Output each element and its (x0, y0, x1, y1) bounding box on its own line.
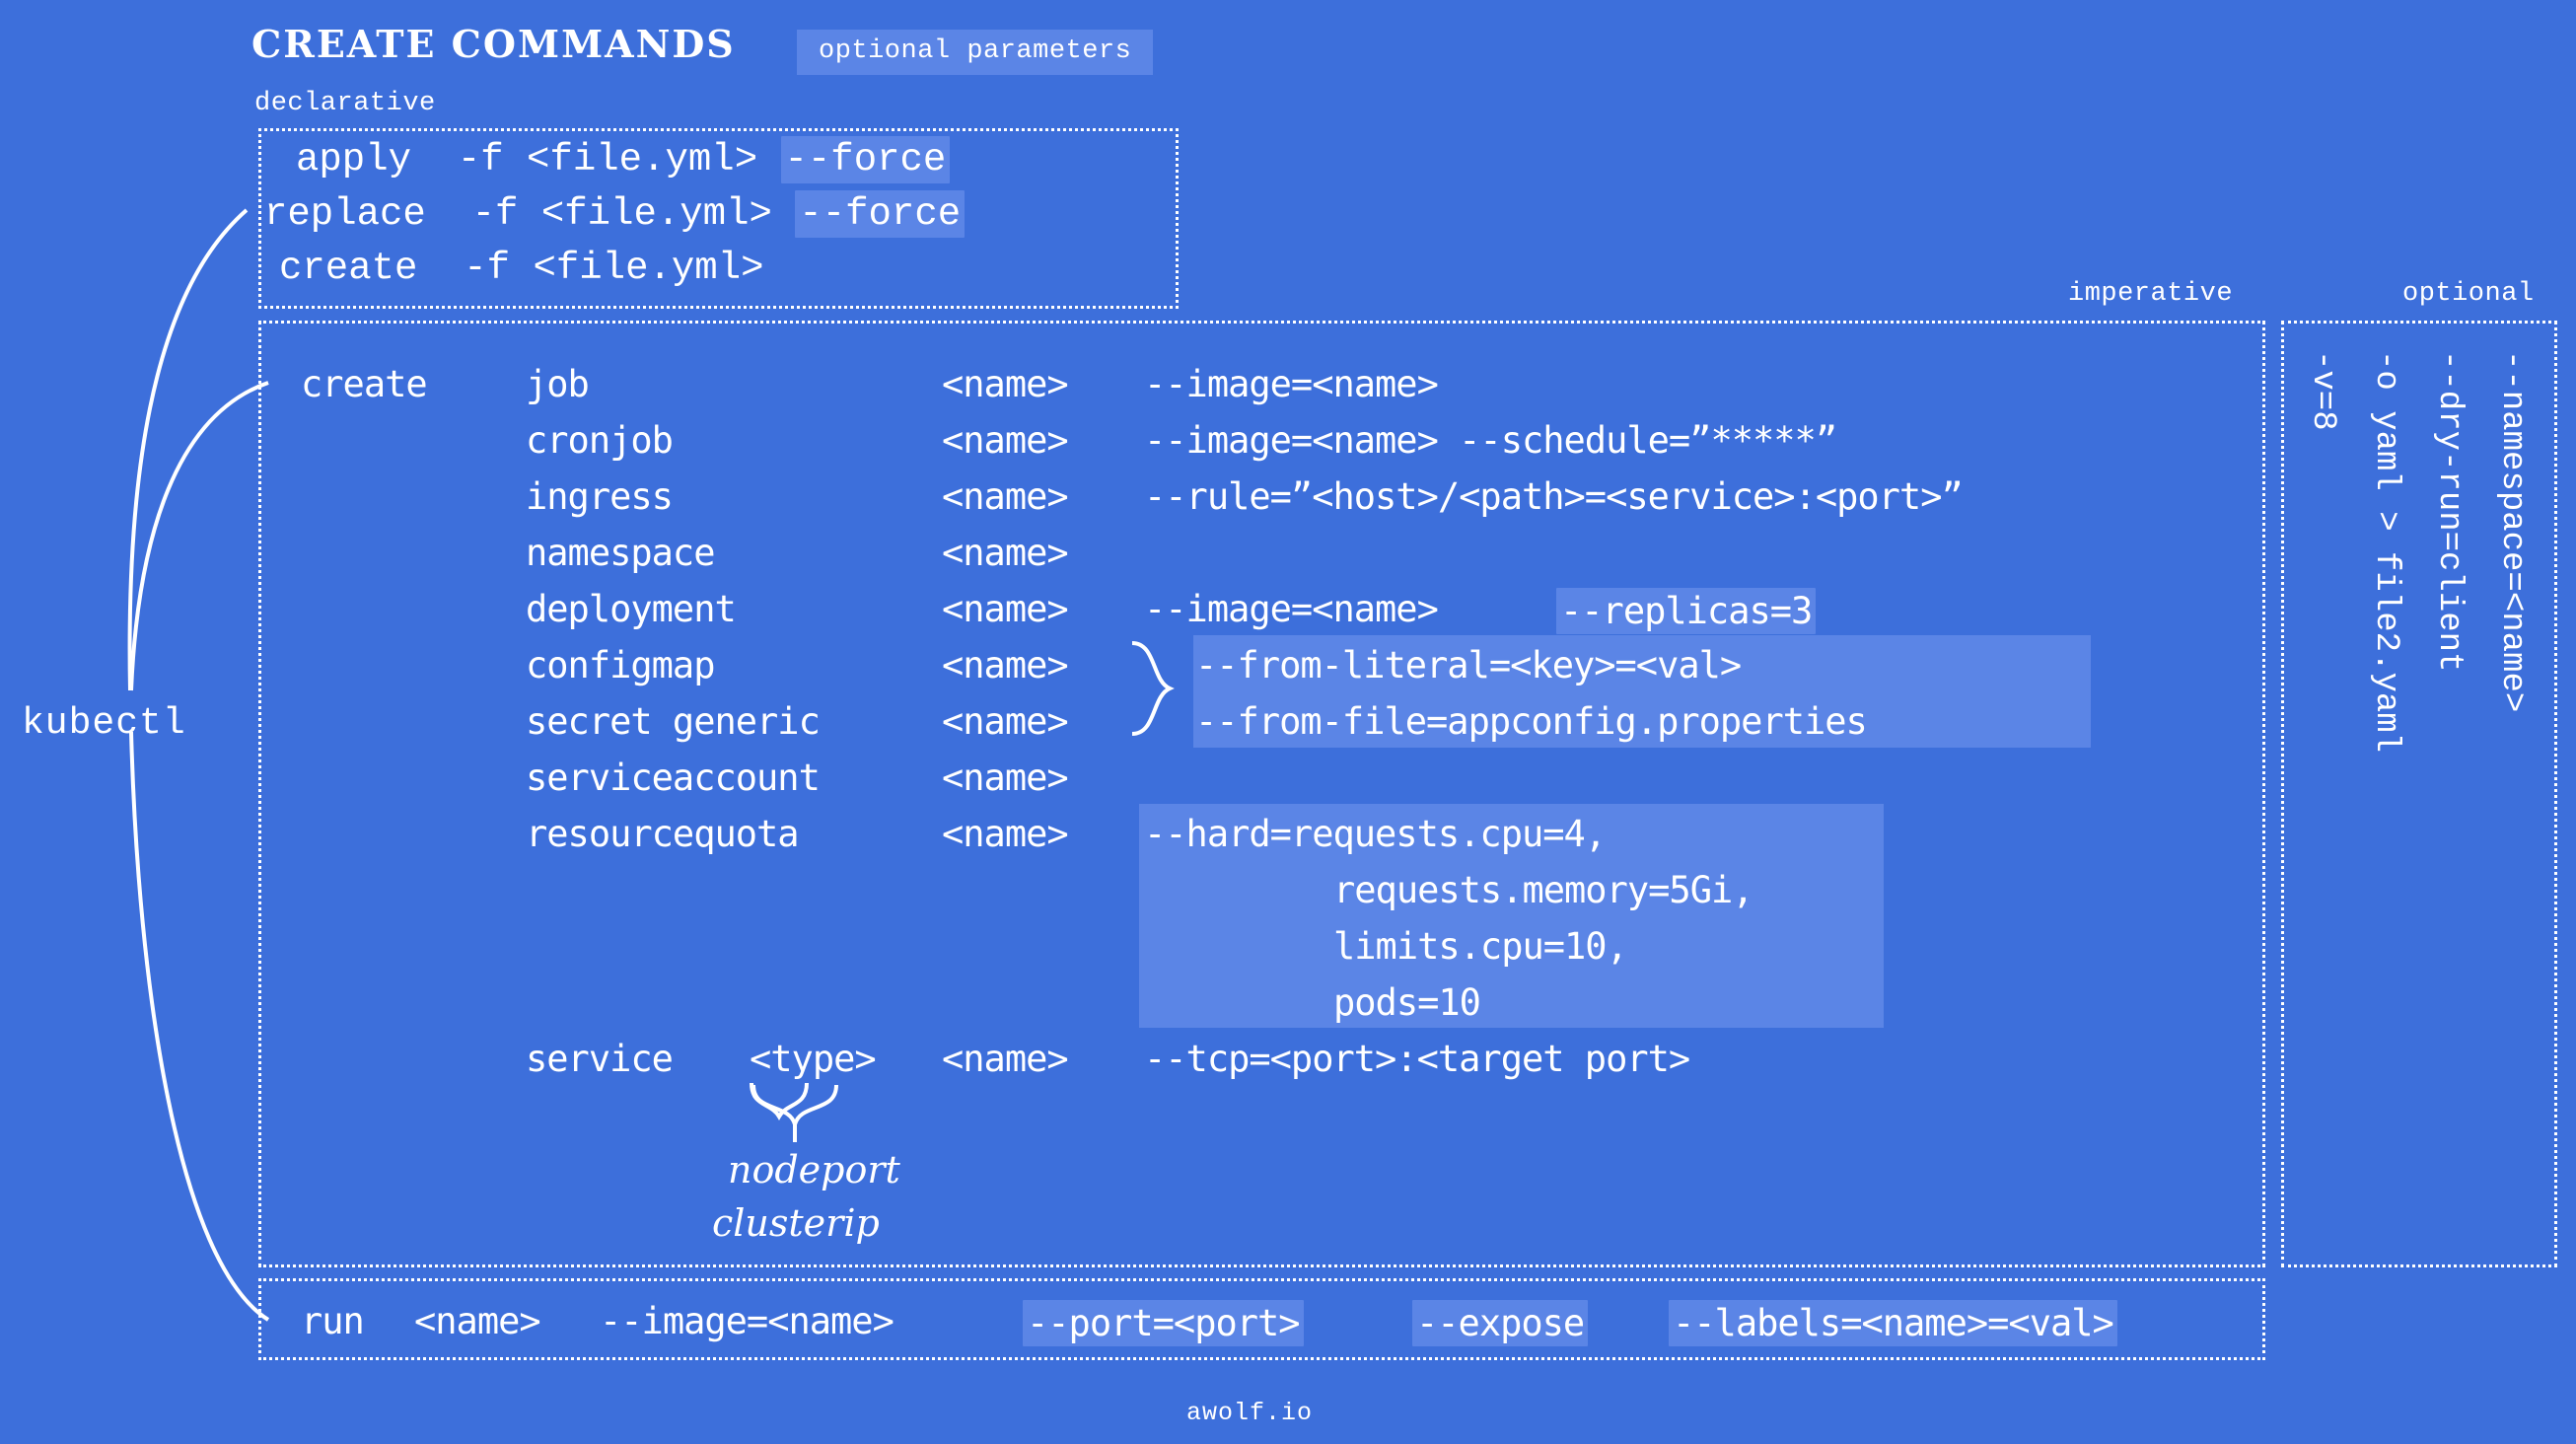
resource-kind-deployment: deployment (526, 588, 737, 630)
resource-kind-job: job (526, 363, 590, 405)
connector-kubectl-to-imperative (129, 381, 269, 691)
optional-flag-verbosity: -v=8 (2304, 350, 2341, 431)
resource-kind-configmap: configmap (526, 644, 715, 686)
run-flag-labels: --labels=<name>=<val> (1669, 1300, 2117, 1346)
grouped-flag-from-file: --from-file=appconfig.properties (1195, 700, 1868, 743)
imperative-verb: create (301, 363, 428, 405)
service-type-option-clusterip: clusterip (712, 1201, 880, 1245)
service-type-option-nodeport: nodeport (728, 1148, 900, 1191)
resourcequota-hard-cpu: --hard=requests.cpu=4, (1144, 813, 1607, 855)
resource-kind-cronjob: cronjob (526, 419, 674, 462)
resourcequota-hard-memory: requests.memory=5Gi, (1333, 869, 1754, 911)
resource-args-deployment: --image=<name> (1144, 588, 1439, 630)
footer-attribution: awolf.io (1186, 1399, 1314, 1427)
resource-name-arg: <name> (942, 813, 1069, 855)
resource-kind-resourcequota: resourcequota (526, 813, 800, 855)
optional-flag-dry-run: --dry-run=client (2430, 350, 2468, 673)
run-verb: run (301, 1300, 365, 1342)
resourcequota-hard-pods: pods=10 (1333, 981, 1481, 1024)
declarative-verb: replace (264, 192, 426, 236)
resource-name-arg: <name> (942, 532, 1069, 574)
grouped-flag-from-literal: --from-literal=<key>=<val> (1195, 644, 1742, 686)
optional-section-label: optional (2402, 279, 2535, 309)
connector-kubectl-to-declarative (127, 208, 249, 691)
resource-kind-secret-generic: secret generic (526, 700, 821, 743)
run-args: --image=<name> (600, 1300, 894, 1342)
declarative-spacer (772, 192, 795, 236)
resource-name-arg: <name> (942, 757, 1069, 799)
run-flag-port: --port=<port> (1023, 1300, 1304, 1346)
declarative-args: -f <file.yml> (471, 192, 772, 236)
optional-flag-namespace: --namespace=<name> (2493, 350, 2531, 713)
resourcequota-hard-limits: limits.cpu=10, (1333, 925, 1628, 968)
resource-kind-service: service (526, 1038, 674, 1080)
declarative-spacer (417, 247, 464, 290)
resource-flag-replicas: --replicas=3 (1556, 588, 1817, 634)
service-type-arg: <type> (750, 1038, 877, 1080)
declarative-flag: --force (795, 190, 966, 238)
resource-name-arg: <name> (942, 475, 1069, 518)
resource-name-arg: <name> (942, 588, 1069, 630)
resource-name-arg: <name> (942, 644, 1069, 686)
resource-args-ingress: --rule=”<host>/<path>=<service>:<port>” (1144, 475, 1964, 518)
cheatsheet-canvas: CREATE COMMANDS optional parameters decl… (0, 0, 2576, 1444)
resource-name-arg: <name> (942, 363, 1069, 405)
declarative-spacer (411, 138, 458, 181)
run-name: <name> (414, 1300, 541, 1342)
declarative-spacer (757, 138, 780, 181)
resource-args-cronjob: --image=<name> --schedule=”*****” (1144, 419, 1837, 462)
declarative-row: create -f <file.yml> (279, 247, 764, 290)
optional-flag-output: -o yaml > file2.yaml (2367, 350, 2404, 754)
service-name-arg: <name> (942, 1038, 1069, 1080)
declarative-section-label: declarative (254, 89, 436, 118)
connector-kubectl-to-run (129, 731, 270, 1322)
declarative-args: -f <file.yml> (464, 247, 764, 290)
imperative-section-label: imperative (2068, 279, 2234, 309)
resource-kind-namespace: namespace (526, 532, 715, 574)
declarative-row: replace -f <file.yml> --force (264, 190, 966, 238)
page-title: CREATE COMMANDS (251, 22, 736, 66)
legend-optional-parameters: optional parameters (797, 30, 1154, 75)
service-args: --tcp=<port>:<target port> (1144, 1038, 1690, 1080)
resource-args-job: --image=<name> (1144, 363, 1439, 405)
kubectl-root-label: kubectl (22, 702, 186, 745)
declarative-verb: create (279, 247, 418, 290)
run-flag-expose: --expose (1412, 1300, 1589, 1346)
resource-name-arg: <name> (942, 700, 1069, 743)
declarative-verb: apply (296, 138, 412, 181)
resource-kind-ingress: ingress (526, 475, 674, 518)
declarative-args: -f <file.yml> (457, 138, 758, 181)
declarative-flag: --force (780, 136, 951, 183)
declarative-spacer (426, 192, 472, 236)
resource-name-arg: <name> (942, 419, 1069, 462)
declarative-row: apply -f <file.yml> --force (296, 136, 951, 183)
resource-kind-serviceaccount: serviceaccount (526, 757, 821, 799)
